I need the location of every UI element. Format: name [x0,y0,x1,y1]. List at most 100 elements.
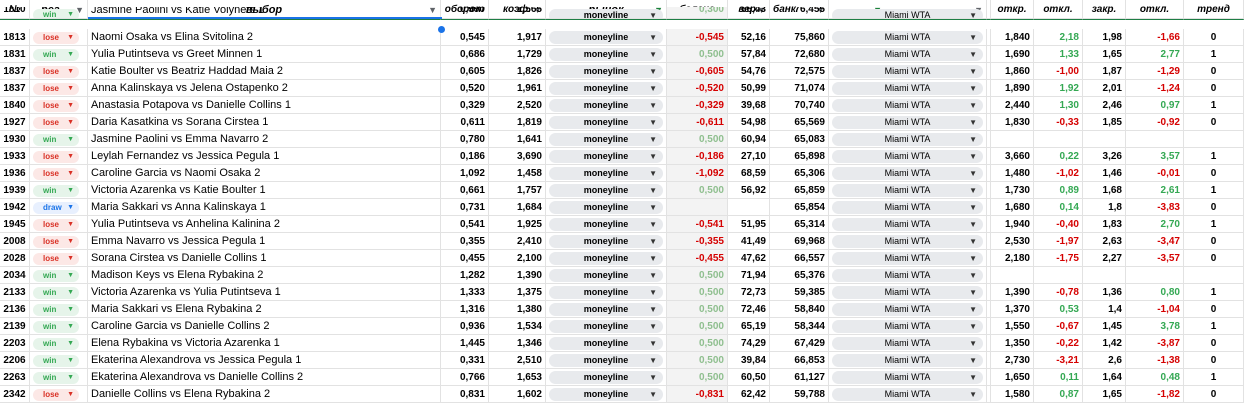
pick-cell[interactable]: Madison Keys vs Elena Rybakina 2 [88,267,441,284]
bank-cell[interactable]: 58,840 [770,301,829,318]
balance-cell[interactable]: -0,329 [667,97,728,114]
turnover-cell[interactable]: 0,780 [441,131,489,148]
trend-cell[interactable] [1184,267,1244,284]
open-deviation-cell[interactable]: 0,87 [1034,386,1083,403]
bank-cell[interactable]: 65,854 [770,199,829,216]
result-dropdown[interactable]: win ▼ [33,9,79,18]
league-dropdown[interactable]: Miami WTA ▼ [832,99,983,112]
league-cell[interactable]: Miami WTA ▼ [829,216,987,233]
market-cell[interactable]: moneyline ▼ [546,199,667,216]
market-cell[interactable]: moneyline ▼ [546,335,667,352]
result-cell[interactable]: win ▼ [30,131,88,148]
league-cell[interactable]: Miami WTA ▼ [829,97,987,114]
open-odds-cell[interactable]: 1,480 [991,165,1034,182]
trend-cell[interactable] [1184,7,1244,19]
result-cell[interactable]: win ▼ [30,46,88,63]
result-cell[interactable]: win ▼ [30,267,88,284]
market-dropdown[interactable]: moneyline ▼ [549,82,663,95]
bank-cell[interactable]: 58,344 [770,318,829,335]
coef-cell[interactable]: 1,458 [489,165,546,182]
bank-cell[interactable]: 61,127 [770,369,829,386]
bank-cell[interactable]: 65,306 [770,165,829,182]
open-odds-cell[interactable]: 1,390 [991,284,1034,301]
league-dropdown[interactable]: Miami WTA ▼ [832,371,983,384]
open-odds-cell[interactable]: 1,940 [991,216,1034,233]
trend-cell[interactable]: 1 [1184,216,1244,233]
result-dropdown[interactable]: win ▼ [33,372,79,384]
pick-cell[interactable]: Jasmine Paolini vs Emma Navarro 2 [88,131,441,148]
coef-cell[interactable]: 1,925 [489,216,546,233]
market-dropdown[interactable]: moneyline ▼ [549,167,663,180]
open-deviation-cell[interactable]: -0,78 [1034,284,1083,301]
bank-cell[interactable]: 59,385 [770,284,829,301]
probability-cell[interactable]: 74,29 [728,335,770,352]
close-odds-cell[interactable]: 1,98 [1083,29,1126,46]
league-cell[interactable]: Miami WTA ▼ [829,148,987,165]
balance-cell[interactable]: -0,831 [667,386,728,403]
pick-cell[interactable]: Yulia Putintseva vs Greet Minnen 1 [88,46,441,63]
market-cell[interactable]: moneyline ▼ [546,352,667,369]
open-odds-cell[interactable]: 1,890 [991,80,1034,97]
pick-cell[interactable]: Ekaterina Alexandrova vs Jessica Pegula … [88,352,441,369]
probability-cell[interactable]: 27,10 [728,148,770,165]
pick-cell[interactable]: Yulia Putintseva vs Anhelina Kalinina 2 [88,216,441,233]
coef-cell[interactable]: 1,757 [489,182,546,199]
balance-cell[interactable]: 0,500 [667,131,728,148]
probability-cell[interactable]: 41,49 [728,233,770,250]
pick-cell[interactable]: Danielle Collins vs Elena Rybakina 2 [88,386,441,403]
close-odds-cell[interactable]: 1,85 [1083,114,1126,131]
result-dropdown[interactable]: win ▼ [33,355,79,367]
open-deviation-cell[interactable]: -0,40 [1034,216,1083,233]
coef-cell[interactable]: 3,690 [489,148,546,165]
open-odds-cell[interactable]: 1,370 [991,301,1034,318]
balance-cell[interactable]: 0,500 [667,284,728,301]
open-deviation-cell[interactable]: 1,92 [1034,80,1083,97]
close-odds-cell[interactable]: 1,45 [1083,318,1126,335]
result-cell[interactable]: win ▼ [30,7,88,19]
close-odds-cell[interactable]: 1,87 [1083,63,1126,80]
market-dropdown[interactable]: moneyline ▼ [549,116,663,129]
trend-cell[interactable]: 0 [1184,250,1244,267]
market-dropdown[interactable]: moneyline ▼ [549,303,663,316]
close-odds-cell[interactable]: 1,4 [1083,301,1126,318]
league-dropdown[interactable]: Miami WTA ▼ [832,133,983,146]
result-cell[interactable]: lose ▼ [30,386,88,403]
balance-cell[interactable]: -0,605 [667,63,728,80]
market-cell[interactable]: moneyline ▼ [546,301,667,318]
market-dropdown[interactable]: moneyline ▼ [549,9,663,18]
open-odds-cell[interactable]: 1,730 [991,182,1034,199]
selection-handle[interactable] [438,26,445,33]
league-cell[interactable]: Miami WTA ▼ [829,386,987,403]
result-dropdown[interactable]: win ▼ [33,304,79,316]
pick-cell[interactable]: Caroline Garcia vs Naomi Osaka 2 [88,165,441,182]
trend-cell[interactable]: 0 [1184,199,1244,216]
league-cell[interactable]: Miami WTA ▼ [829,29,987,46]
result-cell[interactable]: lose ▼ [30,80,88,97]
result-dropdown[interactable]: win ▼ [33,270,79,282]
open-deviation-cell[interactable] [1034,131,1083,148]
market-dropdown[interactable]: moneyline ▼ [549,320,663,333]
open-deviation-cell[interactable]: -1,00 [1034,63,1083,80]
pick-cell[interactable]: Victoria Azarenka vs Yulia Putintseva 1 [88,284,441,301]
league-cell[interactable]: Miami WTA ▼ [829,301,987,318]
open-deviation-cell[interactable]: 0,14 [1034,199,1083,216]
balance-cell[interactable]: 0,500 [667,301,728,318]
coef-cell[interactable]: 1,390 [489,267,546,284]
market-cell[interactable]: moneyline ▼ [546,250,667,267]
bank-cell[interactable]: 72,575 [770,63,829,80]
trend-cell[interactable]: 0 [1184,63,1244,80]
open-deviation-cell[interactable]: 1,33 [1034,46,1083,63]
bank-cell[interactable]: 70,740 [770,97,829,114]
close-deviation-cell[interactable]: -0,92 [1126,114,1184,131]
close-deviation-cell[interactable]: -3,87 [1126,335,1184,352]
result-dropdown[interactable]: lose ▼ [33,117,79,129]
league-cell[interactable]: Miami WTA ▼ [829,233,987,250]
probability-cell[interactable]: 52,16 [728,29,770,46]
bank-cell[interactable]: 66,853 [770,352,829,369]
turnover-cell[interactable]: 0,186 [441,148,489,165]
balance-cell[interactable]: 0,500 [667,182,728,199]
market-cell[interactable]: moneyline ▼ [546,182,667,199]
league-dropdown[interactable]: Miami WTA ▼ [832,48,983,61]
market-dropdown[interactable]: moneyline ▼ [549,235,663,248]
coef-cell[interactable]: 1,684 [489,199,546,216]
